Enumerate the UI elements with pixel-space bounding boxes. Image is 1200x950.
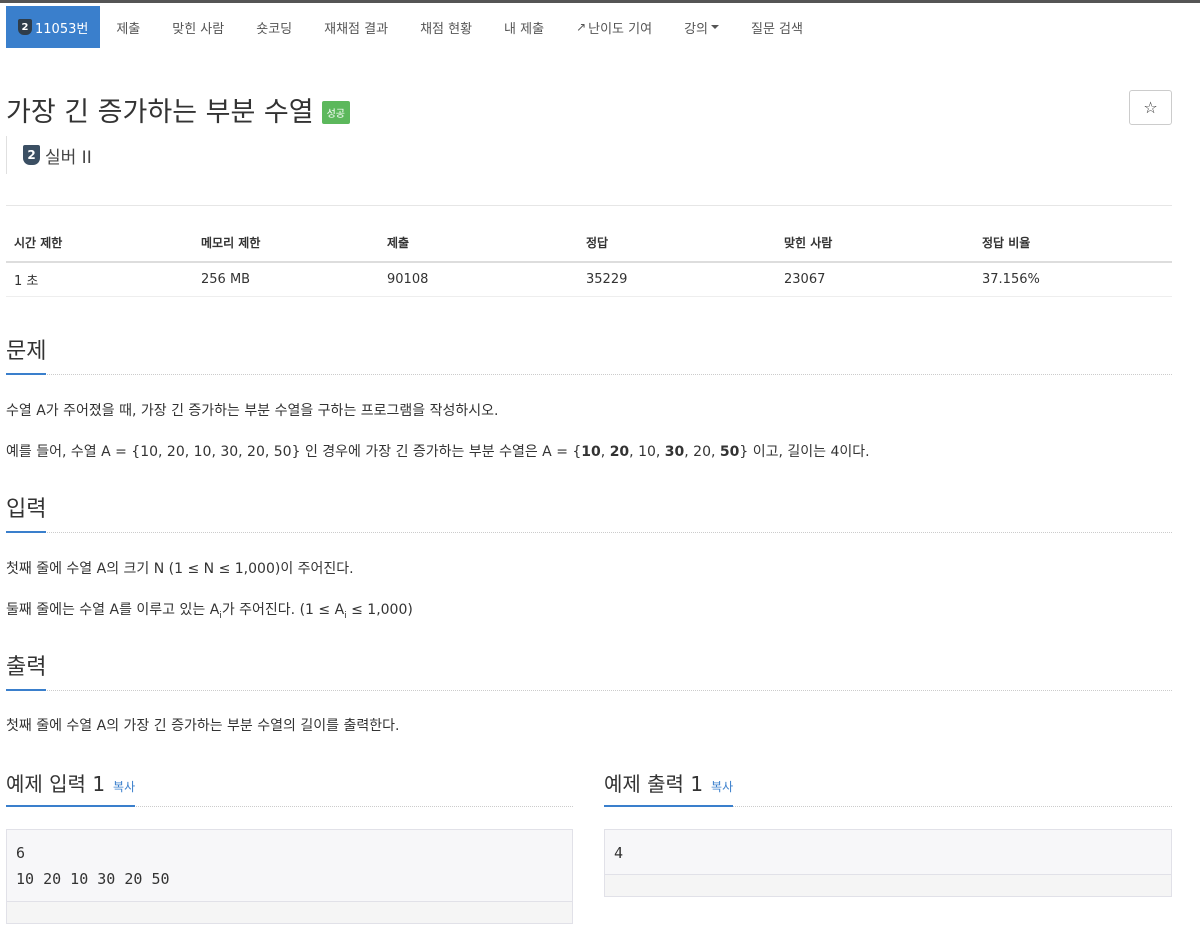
stats-value: 37.156% bbox=[974, 262, 1172, 297]
nav-solved-users[interactable]: 맞힌 사람 bbox=[156, 6, 240, 48]
nav-lectures-label: 강의 bbox=[684, 21, 708, 37]
nav-rejudge-results[interactable]: 재채점 결과 bbox=[308, 6, 404, 48]
bold-value: 30 bbox=[664, 444, 685, 460]
sample-box-footer bbox=[7, 901, 572, 923]
section-rule bbox=[6, 374, 1172, 375]
page-title: 가장 긴 증가하는 부분 수열 bbox=[6, 97, 314, 128]
stats-header: 시간 제한 bbox=[6, 224, 193, 263]
title-row: 가장 긴 증가하는 부분 수열 성공 bbox=[6, 90, 350, 129]
caret-down-icon bbox=[710, 25, 719, 29]
section-title: 문제 bbox=[6, 333, 47, 375]
problem-example-text: 예를 들어, 수열 A = {10, 20, 10, 30, 20, 50} 인… bbox=[6, 442, 870, 462]
input-description-2: 둘째 줄에는 수열 A를 이루고 있는 Ai가 주어진다. (1 ≤ Ai ≤ … bbox=[6, 600, 413, 626]
problem-stats-table: 시간 제한 메모리 제한 제출 정답 맞힌 사람 정답 비율 1 초 256 M… bbox=[6, 224, 1172, 297]
nav-difficulty-contribution[interactable]: ↗ 난이도 기여 bbox=[560, 6, 668, 48]
bold-value: 10 bbox=[581, 444, 601, 460]
section-output-header: 출력 bbox=[6, 649, 1172, 691]
tier-label: 실버 II bbox=[45, 147, 92, 168]
problem-description: 수열 A가 주어졌을 때, 가장 긴 증가하는 부분 수열을 구하는 프로그램을… bbox=[6, 403, 499, 419]
nav-question-search[interactable]: 질문 검색 bbox=[735, 6, 819, 48]
text-run: , bbox=[600, 444, 610, 460]
text-run: , 10, bbox=[629, 444, 665, 460]
text-run: 가 주어진다. (1 ≤ A bbox=[221, 602, 345, 618]
status-badge: 성공 bbox=[321, 101, 350, 124]
copy-sample-output-link[interactable]: 복사 bbox=[711, 780, 733, 794]
problem-nav: 2 11053번 제출 맞힌 사람 숏코딩 재채점 결과 채점 현황 내 제출 … bbox=[6, 6, 819, 48]
sample-title-text: 예제 출력 1 bbox=[604, 772, 704, 796]
bold-value: 20 bbox=[609, 444, 630, 460]
sample-input-text: 6 10 20 10 30 20 50 bbox=[16, 844, 170, 888]
bold-value: 50 bbox=[719, 444, 740, 460]
section-problem-header: 문제 bbox=[6, 333, 1172, 375]
sample-input-box[interactable]: 6 10 20 10 30 20 50 bbox=[6, 829, 573, 924]
stats-value: 256 MB bbox=[193, 262, 379, 297]
input-description-1: 첫째 줄에 수열 A의 크기 N (1 ≤ N ≤ 1,000)이 주어진다. bbox=[6, 561, 354, 577]
sample-output-text: 4 bbox=[614, 844, 624, 862]
sample-output-title: 예제 출력 1 복사 bbox=[604, 768, 734, 807]
text-run: 둘째 줄에는 수열 A를 이루고 있는 A bbox=[6, 602, 220, 618]
tier-icon: 2 bbox=[23, 145, 40, 165]
nav-judge-status[interactable]: 채점 현황 bbox=[404, 6, 488, 48]
stats-header: 메모리 제한 bbox=[193, 224, 379, 263]
section-rule bbox=[6, 532, 1172, 533]
stats-value-row: 1 초 256 MB 90108 35229 23067 37.156% bbox=[6, 262, 1172, 297]
nav-problem-id[interactable]: 2 11053번 bbox=[6, 6, 101, 48]
stats-value: 35229 bbox=[578, 262, 776, 297]
stats-value: 23067 bbox=[776, 262, 974, 297]
output-description: 첫째 줄에 수열 A의 가장 긴 증가하는 부분 수열의 길이를 출력한다. bbox=[6, 718, 400, 734]
copy-sample-input-link[interactable]: 복사 bbox=[113, 780, 135, 794]
nav-difficulty-label: 난이도 기여 bbox=[588, 21, 653, 37]
problem-id-label: 11053번 bbox=[35, 21, 89, 37]
external-link-icon: ↗ bbox=[576, 20, 587, 34]
section-rule bbox=[6, 690, 1172, 691]
stats-header-row: 시간 제한 메모리 제한 제출 정답 맞힌 사람 정답 비율 bbox=[6, 224, 1172, 263]
top-border bbox=[0, 0, 1200, 3]
sample-input-title: 예제 입력 1 복사 bbox=[6, 768, 136, 807]
text-run: ≤ 1,000) bbox=[346, 602, 413, 618]
text-run: } 이고, 길이는 4이다. bbox=[739, 444, 870, 460]
tier-row: 2 실버 II bbox=[6, 136, 92, 174]
star-icon: ☆ bbox=[1143, 98, 1158, 117]
nav-lectures-dropdown[interactable]: 강의 bbox=[668, 6, 735, 48]
nav-my-submissions[interactable]: 내 제출 bbox=[488, 6, 560, 48]
nav-submit[interactable]: 제출 bbox=[100, 6, 156, 48]
tier-badge-icon: 2 bbox=[18, 19, 32, 35]
nav-short-coding[interactable]: 숏코딩 bbox=[240, 6, 308, 48]
stats-value: 90108 bbox=[379, 262, 578, 297]
text-run: 예를 들어, 수열 A = {10, 20, 10, 30, 20, 50} 인… bbox=[6, 444, 582, 460]
stats-value: 1 초 bbox=[6, 262, 193, 297]
stats-header: 정답 비율 bbox=[974, 224, 1172, 263]
section-title: 입력 bbox=[6, 491, 47, 533]
sample-title-text: 예제 입력 1 bbox=[6, 772, 106, 796]
stats-header: 제출 bbox=[379, 224, 578, 263]
divider bbox=[6, 205, 1172, 206]
sample-box-footer bbox=[605, 874, 1171, 896]
stats-header: 정답 bbox=[578, 224, 776, 263]
sample-input-header: 예제 입력 1 복사 bbox=[6, 768, 573, 807]
text-run: , 20, bbox=[684, 444, 720, 460]
sample-output-box[interactable]: 4 bbox=[604, 829, 1172, 897]
stats-header: 맞힌 사람 bbox=[776, 224, 974, 263]
section-title: 출력 bbox=[6, 649, 47, 691]
section-input-header: 입력 bbox=[6, 491, 1172, 533]
favorite-star-button[interactable]: ☆ bbox=[1129, 90, 1172, 125]
sample-output-header: 예제 출력 1 복사 bbox=[604, 768, 1172, 807]
